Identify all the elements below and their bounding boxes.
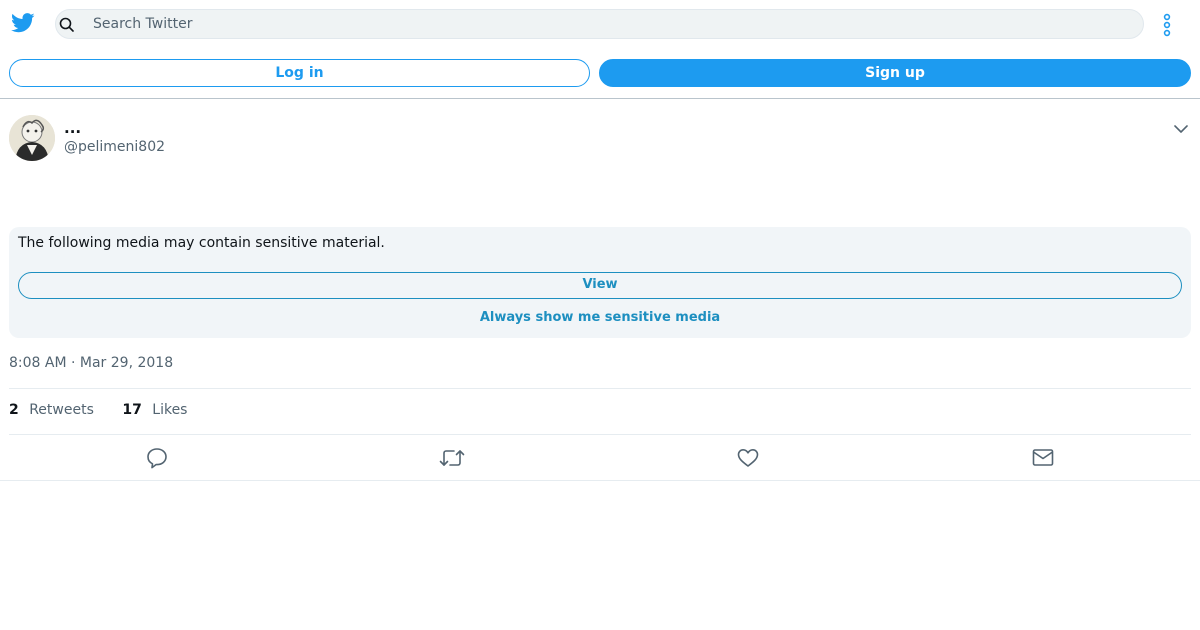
twitter-bird-icon[interactable] [11, 13, 35, 35]
more-vertical-icon[interactable] [1160, 13, 1174, 37]
retweet-icon[interactable] [439, 446, 465, 470]
divider [0, 480, 1200, 481]
always-show-sensitive-link[interactable]: Always show me sensitive media [9, 310, 1191, 325]
auth-row: Log in Sign up [0, 59, 1200, 89]
likes-count[interactable]: 17 [122, 402, 141, 418]
retweets-label[interactable]: Retweets [29, 402, 94, 418]
top-bar: Search Twitter [0, 0, 1200, 48]
divider [9, 388, 1191, 389]
tweet-actions [0, 446, 1200, 470]
tweet-timestamp[interactable]: 8:08 AM · Mar 29, 2018 [9, 355, 173, 371]
chevron-down-icon[interactable] [1173, 121, 1189, 137]
avatar[interactable] [9, 115, 55, 161]
view-button[interactable]: View [18, 272, 1182, 299]
login-button[interactable]: Log in [9, 59, 590, 87]
sensitive-media-box: The following media may contain sensitiv… [9, 227, 1191, 338]
retweets-count[interactable]: 2 [9, 402, 19, 418]
likes-label[interactable]: Likes [152, 402, 187, 418]
signup-button[interactable]: Sign up [599, 59, 1191, 87]
tweet-stats: 2 Retweets 17 Likes [9, 402, 187, 418]
search-bar[interactable]: Search Twitter [55, 9, 1144, 39]
search-icon [59, 17, 74, 32]
display-name[interactable]: ... [64, 119, 81, 137]
divider [9, 434, 1191, 435]
mail-icon[interactable] [1031, 446, 1055, 470]
header-divider [0, 98, 1200, 99]
reply-icon[interactable] [145, 446, 169, 470]
user-handle[interactable]: @pelimeni802 [64, 139, 165, 155]
search-input[interactable]: Search Twitter [93, 16, 192, 32]
sensitive-notice: The following media may contain sensitiv… [18, 235, 385, 251]
heart-icon[interactable] [736, 446, 760, 470]
